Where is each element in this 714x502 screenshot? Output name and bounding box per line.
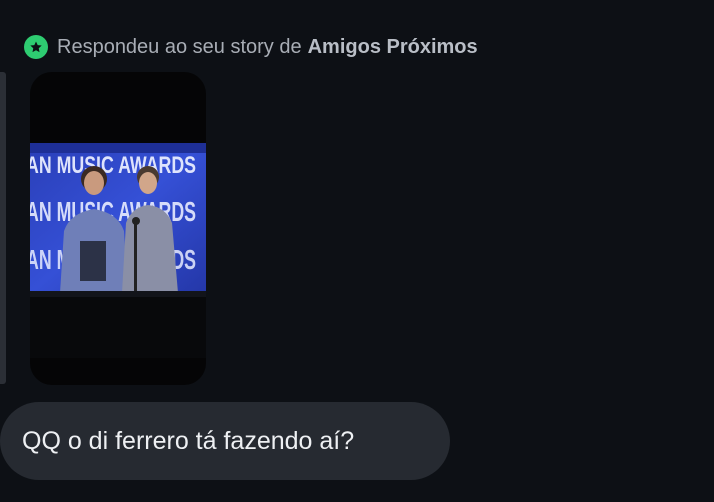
message-text: QQ o di ferrero tá fazendo aí? (22, 426, 355, 455)
close-friends-badge (24, 35, 48, 59)
story-photo: AN MUSIC AWARDS AN MUSIC AWARDS AN MUSIC… (30, 143, 206, 358)
message-bubble[interactable]: QQ o di ferrero tá fazendo aí? (0, 402, 450, 480)
story-thumbnail[interactable]: AN MUSIC AWARDS AN MUSIC AWARDS AN MUSIC… (30, 72, 206, 385)
reply-prefix-text: Respondeu ao seu story de (57, 35, 302, 58)
star-icon (30, 41, 42, 53)
banner-text-top: AN MUSIC AWARDS (30, 152, 196, 179)
story-reply-header: Respondeu ao seu story de Amigos Próximo… (24, 33, 478, 61)
reply-thread-line (0, 72, 6, 384)
close-friends-label: Amigos Próximos (307, 35, 478, 58)
dm-conversation: Respondeu ao seu story de Amigos Próximo… (0, 0, 714, 502)
